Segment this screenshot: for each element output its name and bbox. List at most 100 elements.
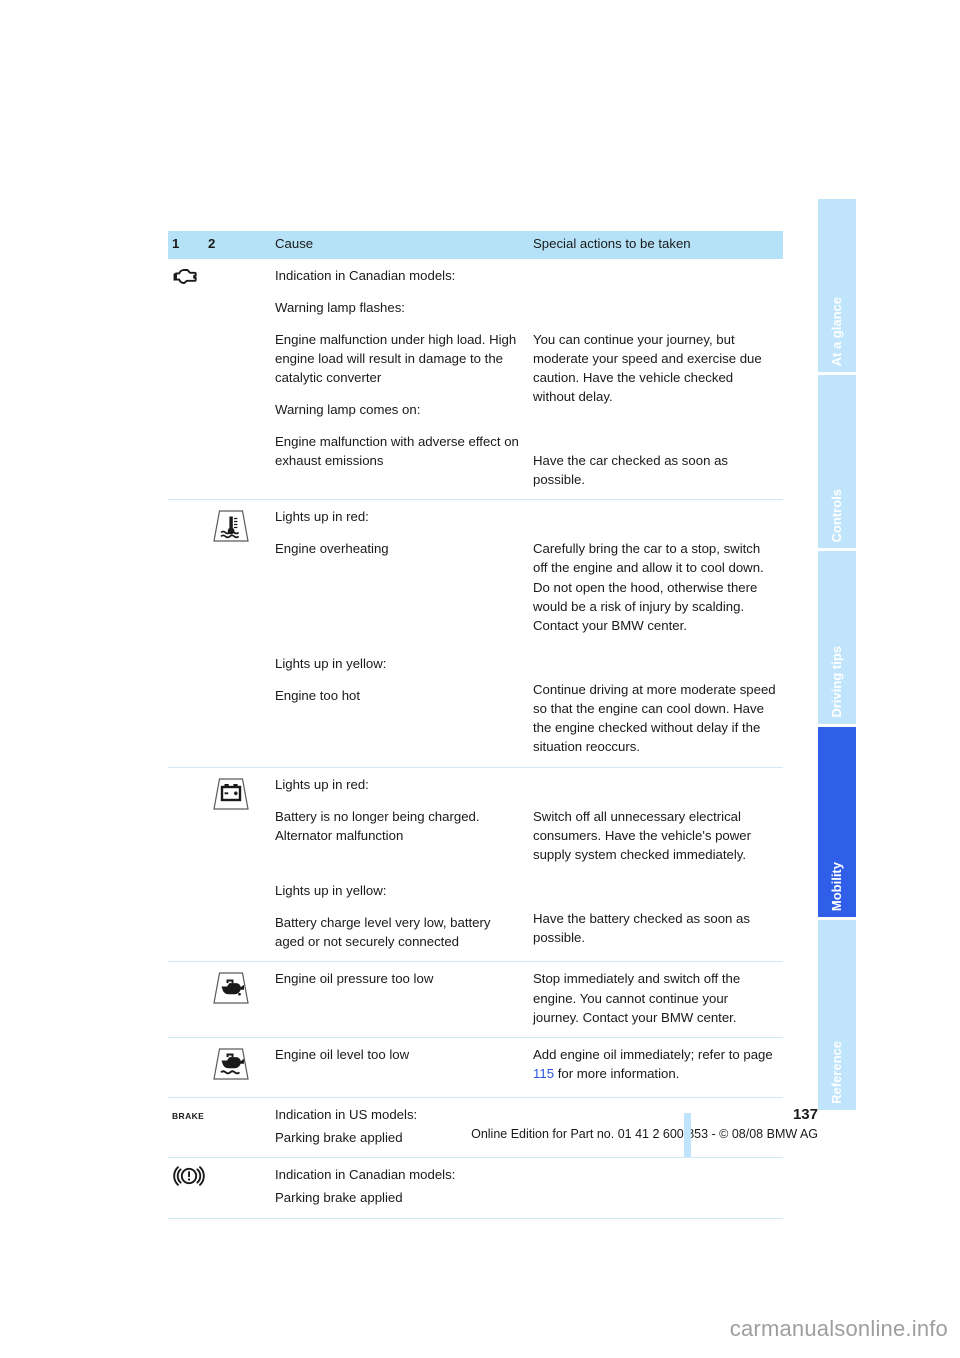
coolant-temperature-icon [208, 508, 265, 549]
cause-line: Warning lamp comes on: [275, 402, 421, 418]
cell-cause: Lights up in red: Engine overheating Lig… [271, 499, 529, 768]
tab-at-a-glance[interactable]: At a glance [818, 199, 856, 372]
cause-line: Indication in Canadian models: [275, 1167, 456, 1183]
tab-reference-labelwrap: Reference [818, 984, 856, 1104]
cause-line: Engine overheating [275, 541, 389, 557]
table-row: Lights up in red: Battery is no longer b… [168, 766, 783, 962]
cell-cause: Indication in Canadian models: Warning l… [271, 259, 529, 500]
column-header-1: 1 [168, 231, 204, 259]
page-marker-bar [684, 1113, 691, 1157]
section-warning-lamp-table: 1 2 Cause Special actions to be taken In… [168, 231, 783, 1219]
table-row: Indication in Canadian models: Parking b… [168, 1157, 783, 1218]
tab-reference-label: Reference [829, 1041, 844, 1104]
cell-action [529, 1157, 783, 1218]
tab-reference[interactable]: Reference [818, 920, 856, 1110]
tab-controls-label: Controls [829, 488, 844, 542]
tab-at-a-glance-label: At a glance [829, 296, 844, 366]
cell-icon-col2 [204, 1036, 271, 1098]
tab-mobility[interactable]: Mobility [818, 727, 856, 917]
action-line: You can continue your journey, but moder… [533, 331, 762, 404]
action-line-rich: Add engine oil immediately; refer to pag… [533, 1045, 777, 1083]
warning-lamp-table: 1 2 Cause Special actions to be taken In… [168, 231, 783, 1218]
cell-cause: Indication in Canadian models: Parking b… [271, 1157, 529, 1218]
tab-mobility-labelwrap: Mobility [818, 791, 856, 911]
action-spacer [533, 507, 777, 526]
column-header-cause: Cause [271, 231, 529, 259]
table-row: Indication in Canadian models: Warning l… [168, 259, 783, 500]
cell-action: Switch off all unnecessary electrical co… [529, 766, 783, 962]
oil-pressure-icon [208, 970, 265, 1011]
cause-line: Parking brake applied [275, 1190, 403, 1206]
cell-icon-col2 [204, 1157, 271, 1218]
action-spacer [533, 775, 777, 794]
cell-action: You can continue your journey, but moder… [529, 259, 783, 500]
cell-icon-col2 [204, 961, 271, 1038]
tab-at-a-glance-labelwrap: At a glance [818, 246, 856, 366]
table-header-row: 1 2 Cause Special actions to be taken [168, 231, 783, 259]
action-line: Switch off all unnecessary electrical co… [533, 808, 752, 862]
table-head: 1 2 Cause Special actions to be taken [168, 231, 783, 259]
site-watermark: carmanualsonline.info [729, 1316, 948, 1341]
cell-icon-col2 [204, 259, 271, 500]
tab-driving-tips-label: Driving tips [829, 646, 844, 718]
cell-icon-col1 [168, 766, 204, 962]
section-tab-rail: At a glance Controls Driving tips Mobili… [818, 199, 856, 1159]
action-spacer [533, 419, 777, 438]
action-line: Have the battery checked as soon as poss… [533, 911, 750, 946]
page-reference-link[interactable]: 115 [533, 1066, 554, 1081]
cell-icon-col1 [168, 499, 204, 768]
cause-line: Engine malfunction with adverse effect o… [275, 434, 519, 469]
cause-line: Indication in Canadian models: [275, 267, 456, 283]
cause-line: Lights up in yellow: [275, 883, 387, 899]
table-row: Lights up in red: Engine overheating Lig… [168, 499, 783, 768]
cell-icon-col1 [168, 1157, 205, 1218]
cell-action: Stop immediately and switch off the engi… [529, 961, 783, 1038]
cell-action: Add engine oil immediately; refer to pag… [529, 1036, 783, 1098]
action-spacer [533, 266, 777, 285]
cell-cause: Lights up in red: Battery is no longer b… [271, 766, 529, 962]
cell-icon-col1 [168, 961, 204, 1038]
page-footer: 137 Online Edition for Part no. 01 41 2 … [0, 1106, 952, 1141]
cell-icon-col1 [168, 1036, 204, 1098]
page-number: 137 [792, 1106, 818, 1123]
cause-line: Engine too hot [275, 687, 361, 703]
cause-line: Lights up in red: [275, 509, 369, 525]
action-line: Carefully bring the car to a stop, switc… [533, 541, 764, 633]
column-header-2: 2 [204, 231, 271, 259]
action-spacer [533, 877, 777, 896]
table-body: Indication in Canadian models: Warning l… [168, 259, 783, 1218]
action-text-after: for more information. [554, 1066, 680, 1082]
action-line: Stop immediately and switch off the engi… [533, 971, 741, 1025]
tab-controls[interactable]: Controls [818, 375, 856, 548]
cell-cause: Engine oil pressure too low [271, 961, 529, 1038]
cause-line: Battery is no longer being charged. Alte… [275, 808, 480, 843]
cause-line: Battery charge level very low, battery a… [275, 915, 491, 950]
cause-line: Lights up in yellow: [275, 655, 387, 671]
tab-controls-labelwrap: Controls [818, 422, 856, 542]
cause-line: Engine malfunction under high load. High… [275, 331, 517, 386]
battery-charge-icon [208, 776, 265, 817]
edition-notice: Online Edition for Part no. 01 41 2 600 … [471, 1126, 818, 1141]
cause-line: Warning lamp flashes: [275, 299, 405, 315]
cell-cause: Engine oil level too low [271, 1036, 529, 1098]
action-spacer [533, 298, 777, 317]
action-spacer [533, 648, 777, 667]
brake-circle-icon [172, 1165, 205, 1192]
action-line: Continue driving at more moderate speed … [533, 682, 776, 755]
cell-action: Carefully bring the car to a stop, switc… [529, 499, 783, 768]
cause-line: Engine oil level too low [275, 1046, 410, 1062]
cell-icon-col2 [204, 499, 271, 768]
tab-driving-tips-labelwrap: Driving tips [818, 598, 856, 718]
cell-icon-col2 [204, 766, 271, 962]
oil-level-icon [208, 1046, 265, 1087]
tab-mobility-label: Mobility [829, 861, 844, 911]
table-bottom-divider [168, 1217, 783, 1219]
action-line: Have the car checked as soon as possible… [533, 453, 728, 488]
column-header-actions: Special actions to be taken [529, 231, 783, 259]
cause-line: Engine oil pressure too low [275, 971, 434, 987]
tab-driving-tips[interactable]: Driving tips [818, 551, 856, 724]
action-text-before: Add engine oil immediately; refer to pag… [533, 1046, 773, 1062]
table-row: Engine oil pressure too low Stop immedia… [168, 961, 783, 1038]
cell-icon-col1 [168, 259, 204, 500]
table-row: Engine oil level too low Add engine oil … [168, 1036, 783, 1098]
